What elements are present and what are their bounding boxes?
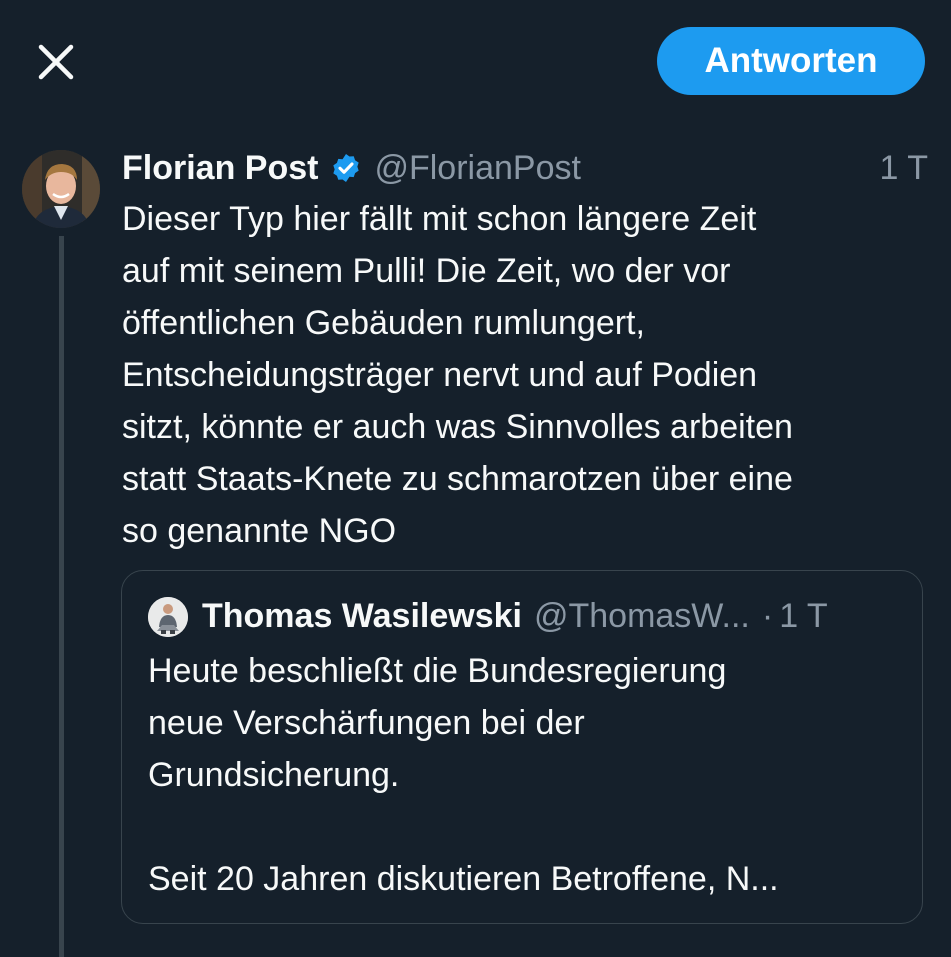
quoted-text-line: neue Verschärfungen bei der [148, 704, 585, 742]
quoted-avatar-photo [148, 597, 188, 637]
author-avatar[interactable] [22, 150, 100, 228]
tweet-text-line: auf mit seinem Pulli! Die Zeit, wo der v… [122, 252, 731, 290]
quoted-text-line: Grundsicherung. [148, 756, 400, 794]
quoted-text-line: Seit 20 Jahren diskutieren Betroffene, N… [148, 860, 779, 898]
tweet-body: Dieser Typ hier fällt mit schon längere … [122, 193, 942, 557]
tweet-text-line: statt Staats-Knete zu schmarotzen über e… [122, 460, 793, 498]
verified-badge-icon [330, 152, 362, 184]
tweet-text-line: so genannte NGO [122, 512, 397, 550]
quoted-tweet-header: Thomas Wasilewski @ThomasW... · 1 T [202, 591, 902, 641]
author-handle[interactable]: @FlorianPost [374, 149, 580, 188]
avatar-photo [22, 150, 100, 228]
quoted-author-handle: @ThomasW... [533, 596, 750, 635]
quoted-author-avatar [148, 597, 188, 637]
close-button[interactable] [34, 40, 78, 84]
tweet-text-line: öffentlichen Gebäuden rumlungert, [122, 304, 645, 342]
quoted-tweet-card[interactable]: Thomas Wasilewski @ThomasW... · 1 T Heut… [121, 570, 923, 924]
thread-connector-line [59, 236, 64, 957]
author-name[interactable]: Florian Post [122, 149, 318, 188]
reply-button[interactable]: Antworten [657, 27, 925, 95]
tweet-detail-page: Antworten Florian Post @FlorianPost 1 T … [0, 0, 951, 957]
quoted-text-line [148, 801, 908, 853]
quoted-tweet-body: Heute beschließt die Bundesregierung neu… [148, 645, 908, 905]
close-icon [38, 44, 74, 80]
quoted-tweet-time: 1 T [779, 596, 828, 635]
quoted-author-name: Thomas Wasilewski [202, 596, 522, 635]
tweet-time[interactable]: 1 T [879, 143, 928, 193]
tweet-header: Florian Post @FlorianPost 1 T [122, 143, 928, 193]
quoted-text-line: Heute beschließt die Bundesregierung [148, 652, 727, 690]
tweet-text-line: Dieser Typ hier fällt mit schon längere … [122, 200, 757, 238]
separator-dot: · [761, 596, 774, 635]
tweet-text-line: Entscheidungsträger nervt und auf Podien [122, 356, 758, 394]
tweet-text-line: sitzt, könnte er auch was Sinnvolles arb… [122, 408, 793, 446]
